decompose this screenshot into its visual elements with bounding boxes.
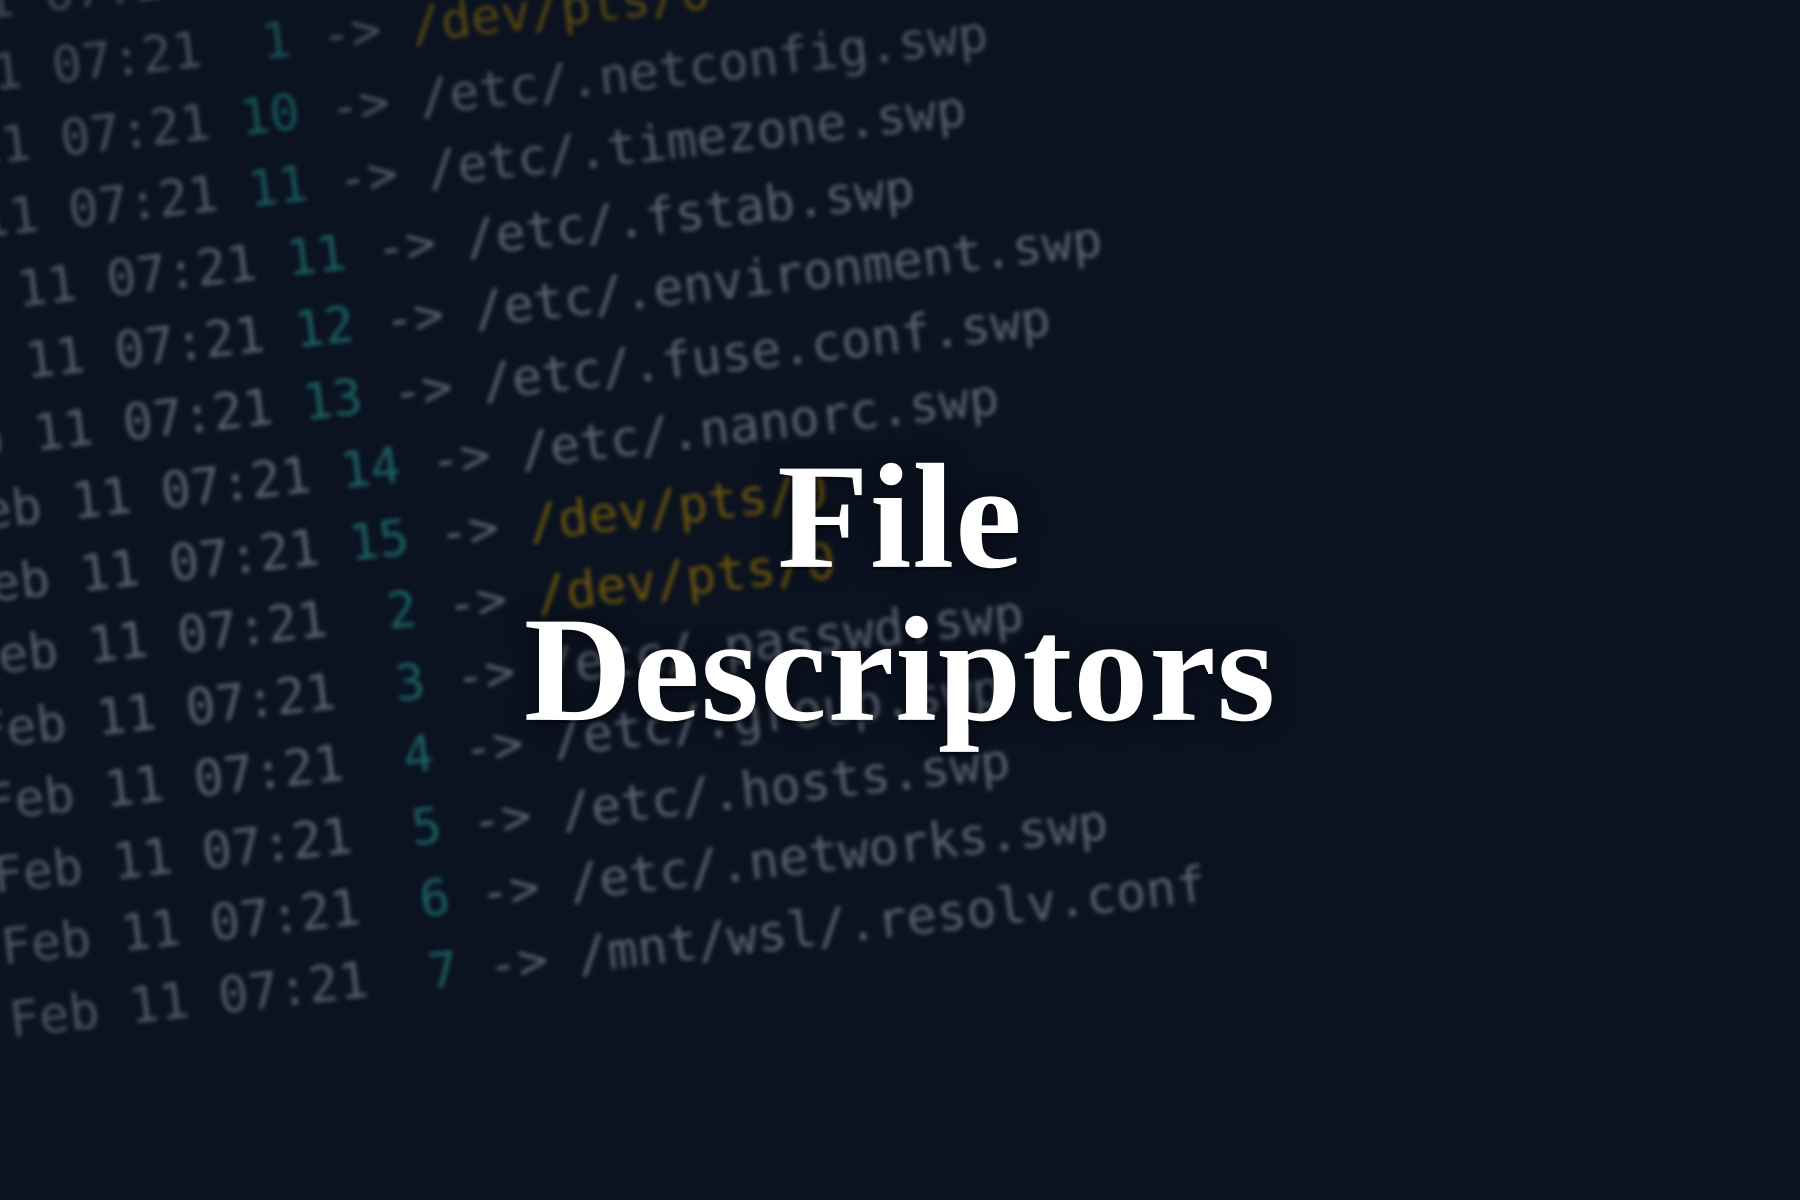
ls-metadata: root 64 Feb 11 07:21 xyxy=(0,659,368,788)
fd-number: 5 xyxy=(378,796,444,860)
symlink-target: /mnt/wsl/.resolv.conf xyxy=(574,855,1209,984)
ls-metadata: ot 64 Feb 11 07:21 xyxy=(0,161,251,283)
ls-metadata: root 64 Feb 11 07:21 xyxy=(0,803,385,932)
fd-row: ot 64 Feb 11 07:21 11 -> /etc/.timezone.… xyxy=(0,0,1800,291)
ls-metadata: oot 64 Feb 11 07:21 xyxy=(0,374,306,500)
arrow: -> xyxy=(288,0,414,68)
hero-image: 39/fd# lsot 64 Feb 11 07:21 0 -> /dev/pt… xyxy=(0,0,1800,1200)
fd-number: 12 xyxy=(291,295,357,359)
arrow: -> xyxy=(438,782,564,853)
fd-number: 15 xyxy=(345,508,411,572)
fd-number: 3 xyxy=(362,652,428,716)
fd-row: ot 64 Feb 11 07:21 1 -> /dev/pts/0 xyxy=(0,0,1800,147)
ls-metadata: oot 64 Feb 11 07:21 xyxy=(0,302,297,428)
arrow: -> xyxy=(405,494,531,565)
symlink-target: /etc/.netconfig.swp xyxy=(416,4,991,126)
ls-metadata: root 64 Feb 11 07:21 xyxy=(0,587,360,716)
arrow: -> xyxy=(359,353,485,424)
symlink-target: /etc/.fstab.swp xyxy=(462,158,917,267)
fd-number: 13 xyxy=(299,367,365,431)
symlink-target: /etc/.networks.swp xyxy=(566,793,1111,912)
ls-metadata: ot 64 Feb 11 07:21 xyxy=(0,0,227,68)
symlink-target: /etc/.environment.swp xyxy=(470,210,1105,339)
fd-row: root 64 Feb 11 07:21 7 -> /mnt/wsl/.reso… xyxy=(0,717,1800,1083)
fd-row: oot 64 Feb 11 07:21 12 -> /etc/.environm… xyxy=(0,69,1800,435)
ls-metadata: root 64 Feb 11 07:21 xyxy=(0,515,352,644)
arrow: -> xyxy=(397,422,523,493)
fd-number: 14 xyxy=(337,436,403,500)
ls-metadata: root 64 Feb 11 07:21 xyxy=(0,443,344,572)
arrow: -> xyxy=(455,926,581,997)
fd-number: 11 xyxy=(245,154,311,218)
fd-number: 7 xyxy=(395,940,461,1004)
arrow: -> xyxy=(296,69,422,140)
arrow: -> xyxy=(446,854,572,925)
arrow: -> xyxy=(351,281,477,352)
symlink-target: /etc/.timezone.swp xyxy=(424,79,969,198)
arrow: -> xyxy=(413,566,539,637)
symlink-target: /etc/.fuse.conf.swp xyxy=(479,289,1054,411)
fd-number: 1 xyxy=(228,10,294,74)
headline-line-2: Descriptors xyxy=(524,594,1276,747)
fd-row: ot 64 Feb 11 07:21 0 -> /dev/pts/0 xyxy=(0,0,1800,75)
headline: File Descriptors xyxy=(524,441,1276,747)
fd-row: ot 64 Feb 11 07:21 10 -> /etc/.netconfig… xyxy=(0,0,1800,219)
fd-row: oot 64 Feb 11 07:21 11 -> /etc/.fstab.sw… xyxy=(0,0,1800,363)
headline-line-1: File xyxy=(524,441,1276,594)
arrow: -> xyxy=(304,141,430,212)
ls-metadata: root 64 Feb 11 07:21 xyxy=(0,875,393,1004)
fd-number: 6 xyxy=(386,868,452,932)
fd-number: 2 xyxy=(354,580,420,644)
symlink-target: /dev/pts/0 xyxy=(408,0,714,54)
fd-number: 11 xyxy=(283,223,349,287)
ls-metadata: root 64 Feb 11 07:21 xyxy=(0,731,377,860)
ls-metadata: root 64 Feb 11 07:21 xyxy=(0,947,401,1076)
ls-metadata: ot 64 Feb 11 07:21 xyxy=(0,17,235,139)
fd-number: 0 xyxy=(220,0,286,3)
fd-number: 10 xyxy=(236,82,302,146)
fd-number: 4 xyxy=(370,724,436,788)
arrow: -> xyxy=(343,209,469,280)
ls-metadata: ot 64 Feb 11 07:21 xyxy=(0,89,243,211)
ls-metadata: oot 64 Feb 11 07:21 xyxy=(0,230,289,356)
